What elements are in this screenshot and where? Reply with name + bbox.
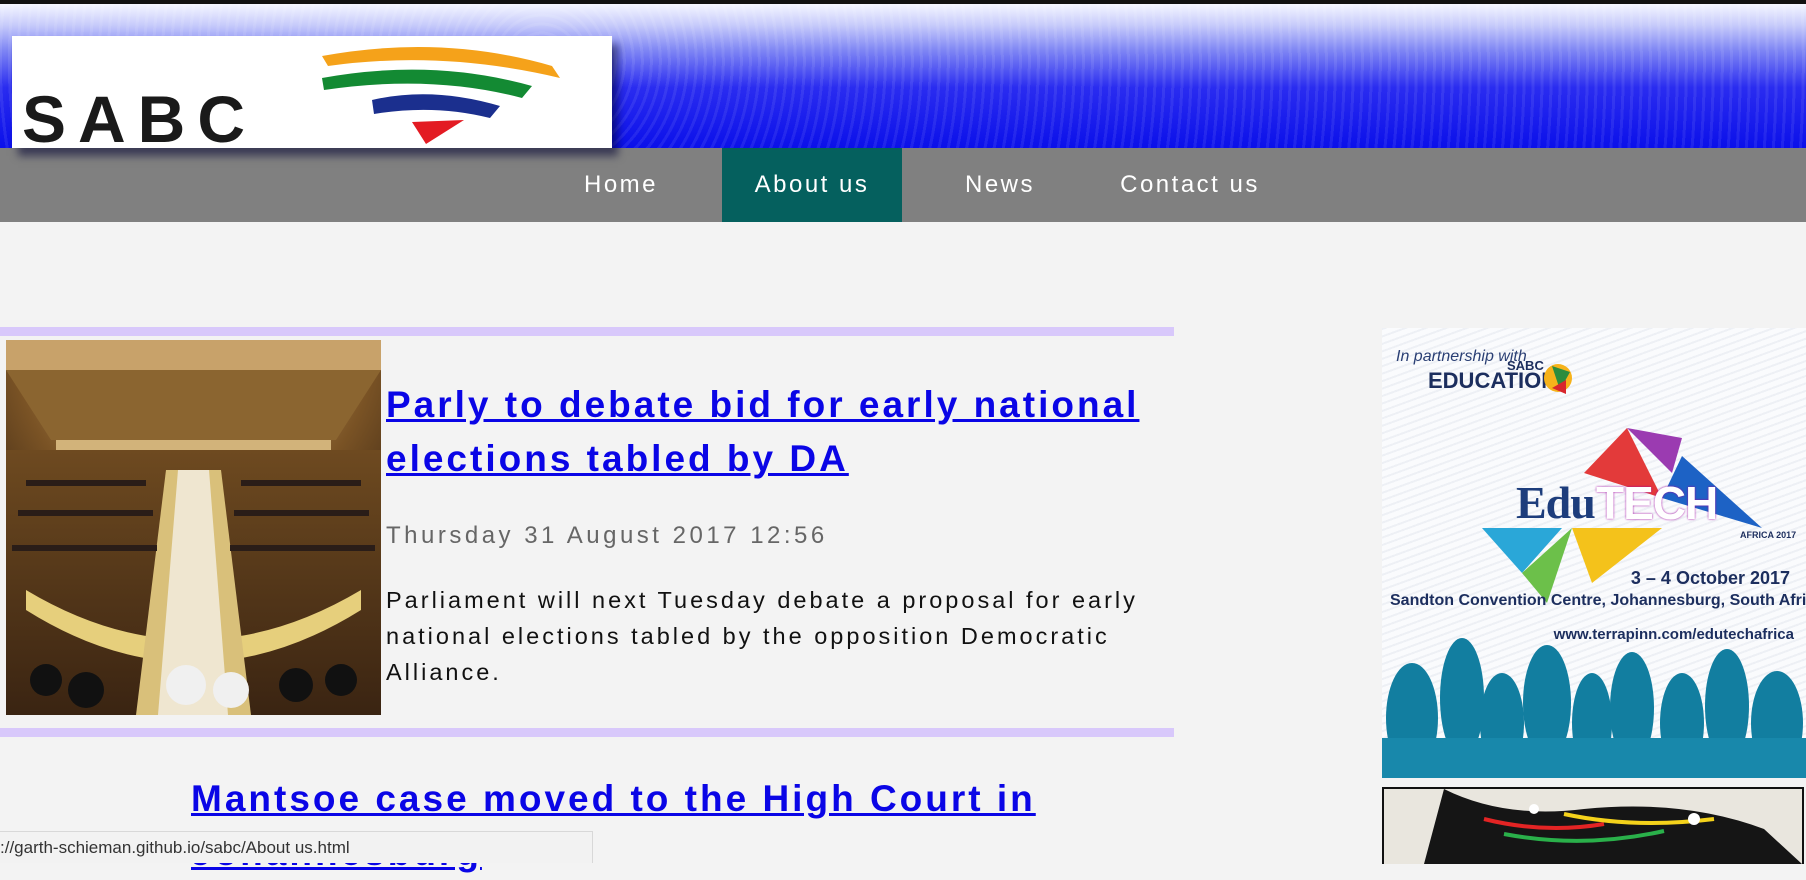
second-ad-banner[interactable] (1382, 787, 1804, 864)
edutech-triangle-icon (1382, 364, 1806, 778)
parliament-chamber-photo[interactable] (6, 340, 381, 715)
article-headline-link-2[interactable]: Mantsoe case moved to the High Court in … (191, 772, 1091, 880)
parliament-illustration (6, 340, 381, 715)
article-divider (0, 327, 1174, 336)
ad-dates: 3 – 4 October 2017 (1630, 568, 1790, 588)
ad-title-tech: TECH (1596, 477, 1718, 529)
nav-contact-us[interactable]: Contact us (1100, 148, 1280, 222)
article-date: Thursday 31 August 2017 12:56 (386, 522, 828, 549)
article-headline-link[interactable]: Parly to debate bid for early national e… (386, 378, 1176, 486)
ad-venue: Sandton Convention Centre, Johannesburg,… (1390, 592, 1806, 609)
sabc-logo[interactable]: SABC (12, 36, 612, 148)
article-divider-2 (0, 728, 1174, 737)
ad-africa-label: AFRICA 2017 (1740, 530, 1797, 540)
ad-title-edu: Edu (1516, 477, 1596, 528)
article-summary: Parliament will next Tuesday debate a pr… (386, 587, 1138, 685)
logo-text: SABC (22, 82, 257, 148)
nav-news[interactable]: News (940, 148, 1060, 222)
ad-url: www.terrapinn.com/edutechafrica (1553, 626, 1794, 643)
patterned-fabric-image (1384, 789, 1802, 864)
nav-about-us-active[interactable]: About us (722, 148, 902, 222)
main-nav: Home About us News Contact us (0, 148, 1806, 222)
sabc-logo-graphic: SABC (22, 47, 560, 148)
edutech-ad-banner[interactable]: In partnership with SABC EDUCATION Edu T… (1382, 328, 1806, 778)
nav-home[interactable]: Home (560, 148, 682, 222)
browser-status-bar-url: ://garth-schieman.github.io/sabc/About u… (0, 831, 593, 863)
